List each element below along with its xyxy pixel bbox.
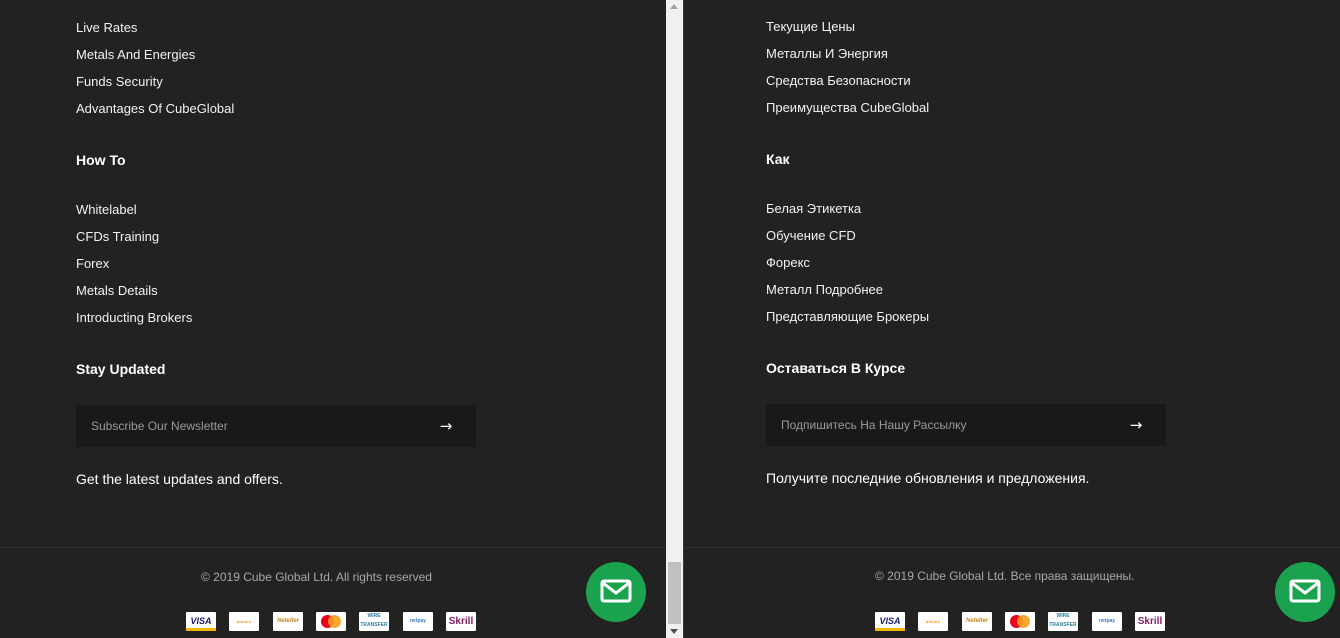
footer-divider-ru bbox=[684, 547, 1340, 548]
footer-link-live-rates[interactable]: Live Rates bbox=[76, 20, 137, 35]
footer-link-forex[interactable]: Forex bbox=[76, 256, 109, 271]
footer-link-funds-security-ru[interactable]: Средства Безопасности bbox=[766, 73, 911, 88]
mail-icon bbox=[600, 579, 632, 603]
footer-link-advantages-ru[interactable]: Преимущества CubeGlobal bbox=[766, 100, 929, 115]
arrow-right-icon: → bbox=[1129, 416, 1143, 434]
mastercard-logo bbox=[316, 612, 346, 631]
newsletter-submit-button-ru[interactable]: → bbox=[1106, 404, 1166, 446]
footer-link-metals-energies[interactable]: Metals And Energies bbox=[76, 47, 195, 62]
copyright-text-ru: © 2019 Cube Global Ltd. Все права защище… bbox=[875, 569, 1135, 583]
netpay-logo: netpay bbox=[403, 612, 433, 631]
footer-pane-english: Live Rates Metals And Energies Funds Sec… bbox=[0, 0, 666, 638]
footer-link-whitelabel[interactable]: Whitelabel bbox=[76, 202, 137, 217]
footer-divider bbox=[0, 547, 666, 548]
newsletter-tagline-ru: Получите последние обновления и предложе… bbox=[766, 470, 1090, 486]
footer-link-live-rates-ru[interactable]: Текущие Цены bbox=[766, 19, 855, 34]
contact-mail-button-ru[interactable] bbox=[1275, 562, 1335, 622]
footer-link-advantages[interactable]: Advantages Of CubeGlobal bbox=[76, 101, 234, 116]
visa-logo: VISA bbox=[186, 612, 216, 631]
netpay-logo: netpay bbox=[1092, 612, 1122, 631]
footer-link-introducing-brokers[interactable]: Introducting Brokers bbox=[76, 310, 192, 325]
bitcoin-logo: bitcoin bbox=[229, 612, 259, 631]
footer-pane-russian: Текущие Цены Металлы И Энергия Средства … bbox=[684, 0, 1340, 638]
scroll-up-arrow-icon[interactable] bbox=[670, 4, 678, 9]
page-scrollbar[interactable] bbox=[666, 0, 683, 638]
footer-link-metals-details-ru[interactable]: Металл Подробнее bbox=[766, 282, 883, 297]
newsletter-form: → bbox=[76, 405, 476, 447]
stay-updated-heading-ru: Оставаться В Курсе bbox=[766, 360, 906, 376]
newsletter-email-input-ru[interactable] bbox=[766, 404, 1106, 446]
footer-link-forex-ru[interactable]: Форекс bbox=[766, 255, 810, 270]
skrill-logo: Skrill bbox=[446, 612, 476, 631]
scrollbar-thumb[interactable] bbox=[668, 562, 681, 624]
newsletter-tagline: Get the latest updates and offers. bbox=[76, 471, 283, 487]
howto-heading: How To bbox=[76, 152, 126, 168]
footer-link-cfds-training[interactable]: CFDs Training bbox=[76, 229, 159, 244]
footer-link-whitelabel-ru[interactable]: Белая Этикетка bbox=[766, 201, 861, 216]
wire-transfer-logo: WIRE TRANSFER bbox=[1048, 612, 1078, 631]
newsletter-form-ru: → bbox=[766, 404, 1166, 446]
wire-transfer-logo: WIRE TRANSFER bbox=[359, 612, 389, 631]
footer-link-metals-details[interactable]: Metals Details bbox=[76, 283, 158, 298]
footer-link-metals-energies-ru[interactable]: Металлы И Энергия bbox=[766, 46, 888, 61]
newsletter-email-input[interactable] bbox=[76, 405, 416, 447]
newsletter-submit-button[interactable]: → bbox=[416, 405, 476, 447]
footer-link-introducing-brokers-ru[interactable]: Представляющие Брокеры bbox=[766, 309, 929, 324]
footer-link-funds-security[interactable]: Funds Security bbox=[76, 74, 163, 89]
howto-heading-ru: Как bbox=[766, 151, 790, 167]
stay-updated-heading: Stay Updated bbox=[76, 361, 166, 377]
bitcoin-logo: bitcoin bbox=[918, 612, 948, 631]
footer-link-cfds-training-ru[interactable]: Обучение CFD bbox=[766, 228, 856, 243]
copyright-text: © 2019 Cube Global Ltd. All rights reser… bbox=[201, 570, 432, 584]
scroll-down-arrow-icon[interactable] bbox=[670, 629, 678, 634]
contact-mail-button[interactable] bbox=[586, 562, 646, 622]
mastercard-logo bbox=[1005, 612, 1035, 631]
visa-logo: VISA bbox=[875, 612, 905, 631]
neteller-logo: Neteller bbox=[273, 612, 303, 631]
mail-icon bbox=[1289, 579, 1321, 603]
arrow-right-icon: → bbox=[439, 417, 453, 435]
neteller-logo: Neteller bbox=[962, 612, 992, 631]
skrill-logo: Skrill bbox=[1135, 612, 1165, 631]
